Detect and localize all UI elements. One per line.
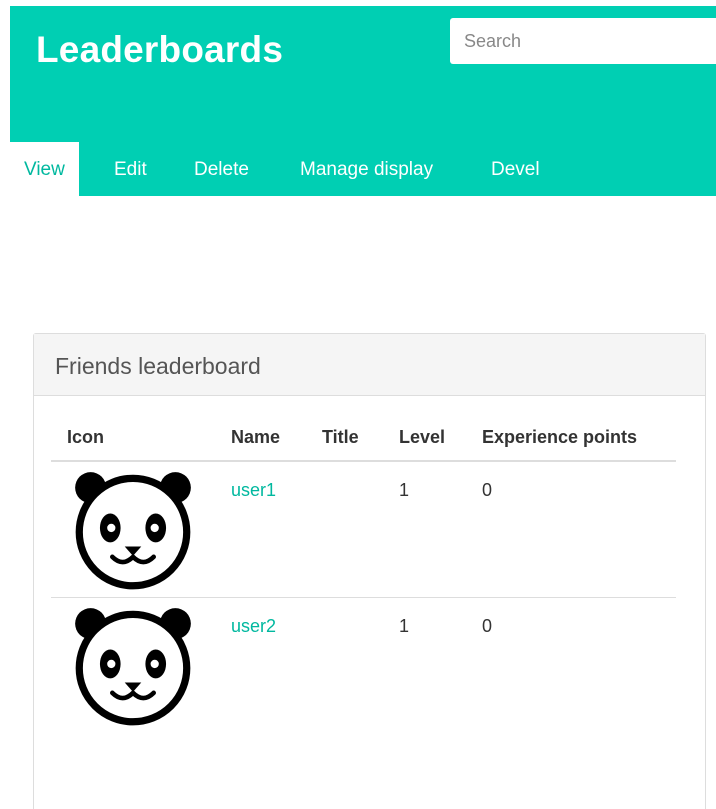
page: Leaderboards View Edit Delete Manage dis… [0,0,716,809]
name-cell: user2 [215,597,306,733]
experience-points-cell: 0 [482,615,493,636]
site-title[interactable]: Leaderboards [36,28,283,72]
user-link[interactable]: user1 [231,480,276,500]
tab-manage-display[interactable]: Manage display [300,142,433,196]
search-input[interactable] [450,18,716,64]
icon-cell [51,461,215,598]
experience-points-cell: 0 [466,461,676,598]
tab-edit[interactable]: Edit [114,142,147,196]
panda-icon [75,607,191,725]
title-cell [306,461,383,598]
column-header-experience-points: Experience points [466,414,676,462]
level-cell: 1 [399,615,410,636]
table-row: user1 1 0 [51,461,676,598]
column-header-level: Level [383,414,466,462]
block-title: Friends leaderboard [34,334,705,396]
user-link[interactable]: user2 [231,616,276,636]
level-cell: 1 [383,461,466,598]
panda-icon [75,472,191,590]
table-row: user2 1 0 [51,597,676,733]
name-cell: user1 [215,461,306,598]
icon-cell [51,597,215,733]
tab-view[interactable]: View [10,142,79,196]
column-header-icon: Icon [51,414,215,462]
tab-delete[interactable]: Delete [194,142,249,196]
local-tasks-tabs: View Edit Delete Manage display Devel [0,142,716,196]
friends-leaderboard-block: Friends leaderboard Icon Name Title Leve… [33,333,706,809]
column-header-name: Name [215,414,306,462]
column-header-title: Title [306,414,383,462]
table-header-row: Icon Name Title Level Experience points [51,414,676,462]
title-cell [306,597,383,733]
tab-devel[interactable]: Devel [491,142,540,196]
leaderboard-table: Icon Name Title Level Experience points [51,414,676,733]
